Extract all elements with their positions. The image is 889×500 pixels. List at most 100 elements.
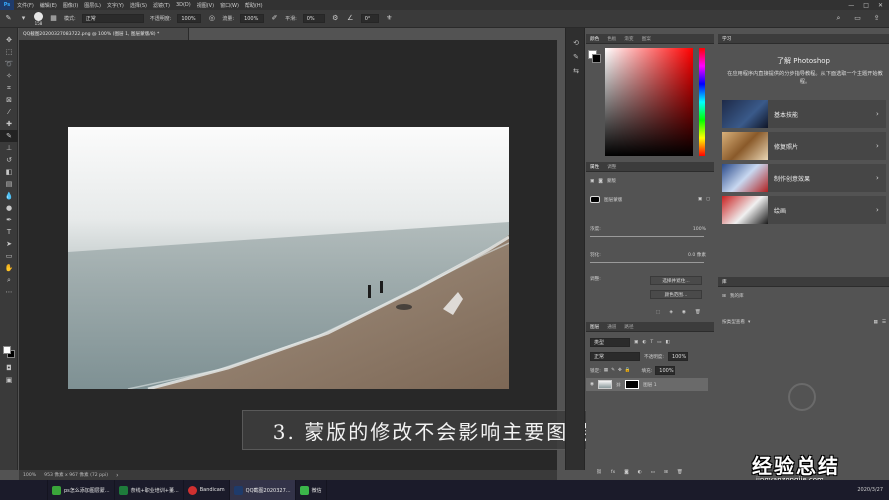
- taskbar-item-browser[interactable]: ps怎么添加图层蒙...: [48, 480, 115, 500]
- screen-mode-icon[interactable]: ▣: [0, 374, 18, 386]
- more-tools-icon[interactable]: ⋯: [0, 286, 18, 298]
- taskbar-item-excel[interactable]: 奈线+职业培训+董...: [115, 480, 184, 500]
- airbrush-icon[interactable]: ✐: [270, 14, 279, 23]
- history-panel-icon[interactable]: ⟲: [566, 36, 586, 50]
- menu-file[interactable]: 文件(F): [14, 2, 37, 9]
- layer-name[interactable]: 图层 1: [643, 382, 657, 388]
- filter-adjust-icon[interactable]: ◐: [642, 340, 646, 345]
- lock-pixels-icon[interactable]: ✎: [611, 368, 615, 373]
- hand-tool-icon[interactable]: ✋: [0, 262, 18, 274]
- link-layers-icon[interactable]: ⛓: [596, 470, 602, 475]
- link-icon[interactable]: ⛓: [616, 382, 621, 387]
- taskbar-item-bandicam[interactable]: Bandicam: [184, 480, 230, 500]
- new-layer-icon[interactable]: ⊞: [664, 470, 668, 475]
- path-selection-tool-icon[interactable]: ➤: [0, 238, 18, 250]
- workspace-icon[interactable]: ▭: [853, 14, 862, 23]
- start-area[interactable]: [0, 480, 48, 500]
- grid-view-icon[interactable]: ▦: [874, 320, 878, 325]
- menu-edit[interactable]: 编辑(E): [37, 2, 60, 9]
- pixel-mask-icon[interactable]: ▣: [590, 179, 594, 184]
- delete-layer-icon[interactable]: 🗑: [677, 470, 683, 475]
- taskbar-item-photoshop[interactable]: QQ截图2020327...: [229, 480, 296, 500]
- filter-smart-icon[interactable]: ◧: [666, 340, 670, 345]
- color-field-picker[interactable]: [605, 48, 693, 156]
- symmetry-icon[interactable]: ⚜: [385, 14, 394, 23]
- history-brush-tool-icon[interactable]: ↺: [0, 154, 18, 166]
- select-and-mask-button[interactable]: 选择并遮住...: [650, 276, 702, 285]
- menu-window[interactable]: 窗口(W): [217, 2, 242, 9]
- brush-preset-picker[interactable]: 158: [34, 11, 43, 26]
- share-icon[interactable]: ⇪: [872, 14, 881, 23]
- lasso-tool-icon[interactable]: ➰: [0, 58, 18, 70]
- delete-icon[interactable]: 🗑: [695, 310, 701, 315]
- hue-slider[interactable]: [699, 48, 705, 156]
- view-by-type[interactable]: 按类型查看: [722, 319, 745, 325]
- eraser-tool-icon[interactable]: ◧: [0, 166, 18, 178]
- menu-3d[interactable]: 3D(D): [173, 2, 194, 8]
- filter-pixel-icon[interactable]: ▣: [634, 340, 638, 345]
- layer-mask-thumbnail[interactable]: [625, 380, 640, 389]
- zoom-level[interactable]: 100%: [23, 473, 36, 478]
- crop-tool-icon[interactable]: ⌗: [0, 82, 18, 94]
- blend-mode-select[interactable]: 正常: [590, 352, 640, 361]
- taskbar-item-wechat[interactable]: 微信: [296, 480, 327, 500]
- filter-type-icon[interactable]: T: [650, 340, 653, 345]
- tab-gradients[interactable]: 渐变: [624, 36, 633, 42]
- tab-swatches[interactable]: 色板: [607, 36, 616, 42]
- add-vector-mask-icon[interactable]: ◻: [706, 197, 710, 202]
- eyedropper-tool-icon[interactable]: ⁄: [0, 106, 18, 118]
- move-tool-icon[interactable]: ✥: [0, 34, 18, 46]
- color-range-button[interactable]: 颜色范围...: [650, 290, 702, 299]
- eye-icon[interactable]: ◉: [590, 382, 594, 387]
- vector-mask-icon[interactable]: ◙: [598, 179, 602, 184]
- layer-kind-filter[interactable]: 类型: [590, 338, 630, 347]
- background-swatch[interactable]: [592, 54, 601, 63]
- search-icon[interactable]: ⌕: [834, 14, 843, 23]
- pen-tool-icon[interactable]: ✒: [0, 214, 18, 226]
- menu-layer[interactable]: 图层(L): [81, 2, 104, 9]
- add-mask-icon[interactable]: ◙: [624, 470, 628, 475]
- brush-tool-icon[interactable]: ✎: [4, 14, 13, 23]
- document-tab[interactable]: QQ截图20200327083722.png @ 100% (图层 1, 图层蒙…: [19, 28, 189, 40]
- stamp-tool-icon[interactable]: ⊥: [0, 142, 18, 154]
- taskbar-date[interactable]: 2020/3/27: [857, 487, 889, 493]
- status-arrow-icon[interactable]: ›: [116, 472, 118, 479]
- learn-item-fix-photo[interactable]: 修复照片 ›: [722, 132, 886, 160]
- gradient-tool-icon[interactable]: ▤: [0, 178, 18, 190]
- tab-properties[interactable]: 属性: [590, 164, 599, 170]
- foreground-color-swatch[interactable]: [3, 346, 11, 354]
- layer-row[interactable]: ◉ ⛓ 图层 1: [586, 378, 708, 391]
- brush-settings-panel-icon[interactable]: ✎: [566, 50, 586, 64]
- menu-filter[interactable]: 滤镜(T): [150, 2, 173, 9]
- density-slider[interactable]: [590, 236, 704, 237]
- rectangle-tool-icon[interactable]: ▭: [0, 250, 18, 262]
- canvas-photo[interactable]: [68, 127, 509, 389]
- layer-opacity-field[interactable]: 100%: [667, 352, 688, 361]
- feather-slider[interactable]: [590, 262, 704, 263]
- lock-transparent-icon[interactable]: ▦: [604, 368, 608, 373]
- fill-field[interactable]: 100%: [655, 366, 676, 375]
- gear-icon[interactable]: ⚙: [331, 14, 340, 23]
- minimize-button[interactable]: —: [848, 2, 854, 9]
- density-value[interactable]: 100%: [693, 227, 706, 232]
- opacity-field[interactable]: 100%: [177, 14, 202, 23]
- chevron-down-icon[interactable]: ▾: [748, 320, 750, 325]
- visibility-icon[interactable]: ◉: [682, 310, 686, 315]
- learn-item-creative-effects[interactable]: 制作创意效果 ›: [722, 164, 886, 192]
- maximize-button[interactable]: □: [863, 2, 869, 9]
- zoom-tool-icon[interactable]: ⌕: [0, 274, 18, 286]
- learn-item-painting[interactable]: 绘画 ›: [722, 196, 886, 224]
- apply-mask-icon[interactable]: ▣: [698, 197, 702, 202]
- tab-channels[interactable]: 通道: [607, 324, 616, 330]
- tab-paths[interactable]: 路径: [624, 324, 633, 330]
- tab-patterns[interactable]: 图案: [642, 36, 651, 42]
- adjustments-panel-icon[interactable]: ⇆: [566, 64, 586, 78]
- tab-color[interactable]: 颜色: [590, 36, 599, 42]
- list-view-icon[interactable]: ☰: [882, 320, 886, 325]
- tab-libraries[interactable]: 库: [722, 279, 727, 285]
- lock-position-icon[interactable]: ✥: [618, 368, 622, 373]
- menu-type[interactable]: 文字(Y): [104, 2, 127, 9]
- brush-tool-icon[interactable]: ✎: [0, 130, 18, 142]
- grid-icon[interactable]: ⊞: [722, 294, 726, 299]
- smooth-field[interactable]: 0%: [302, 14, 325, 23]
